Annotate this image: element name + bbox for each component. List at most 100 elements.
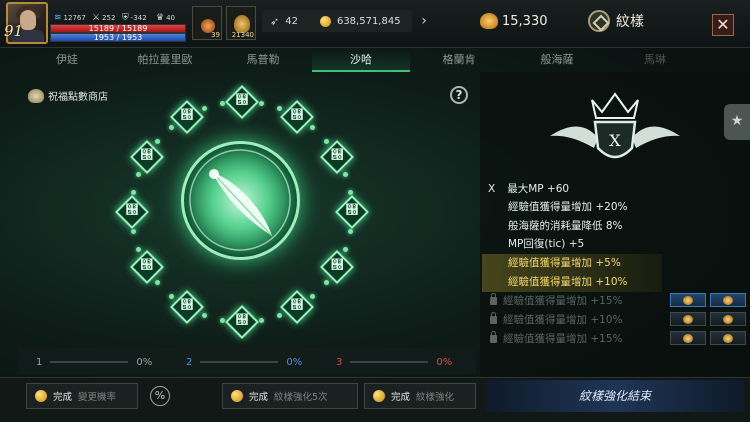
crest-node-6[interactable]: ୐ — [280, 290, 314, 325]
stat-b-value: 252 — [102, 14, 116, 22]
end-enhance-button[interactable]: 紋樣強化結束 — [486, 380, 744, 412]
currency-arrow-button[interactable]: › — [416, 12, 432, 30]
crest-node-12[interactable]: ୐ — [170, 99, 204, 134]
key-icon — [723, 315, 733, 324]
hp-text: 15189 / 15189 — [88, 24, 148, 33]
page-title-text: 紋樣 — [616, 14, 644, 30]
grade-letter: X — [488, 183, 496, 195]
enhance-button[interactable]: 完成 紋樣強化 — [364, 383, 476, 409]
progress-1-pct: 0% — [136, 356, 153, 368]
coin-icon — [35, 390, 47, 402]
enhance-slot-1[interactable] — [670, 293, 706, 307]
btn3-label: 紋樣強化 — [416, 392, 455, 403]
enhance-slot-6[interactable] — [710, 331, 746, 345]
stat-text-1: 最大MP +60 — [507, 183, 570, 195]
close-button[interactable]: ✕ — [712, 14, 734, 36]
progress-1-num: 1 — [36, 356, 43, 368]
help-button[interactable]: ? — [450, 86, 468, 104]
progress-3: 3 0% — [336, 354, 452, 370]
progress-1-track — [50, 361, 129, 363]
crest-node-3[interactable]: ୐ — [320, 140, 355, 174]
tab-4[interactable]: 格蘭肯 — [410, 50, 508, 72]
btn3-done: 完成 — [391, 392, 411, 403]
btn2-label: 紋樣強化5次 — [274, 392, 328, 403]
enhance-5-button[interactable]: 完成 紋樣強化5次 — [222, 383, 358, 409]
hp-bar: 15189 / 15189 — [50, 24, 186, 33]
coin-icon — [683, 296, 693, 305]
stat-text-9: 經驗值獲得量增加 +15% — [503, 333, 623, 345]
crest-node-7[interactable]: ୐ — [225, 305, 259, 339]
stat-d-value: 40 — [166, 14, 175, 22]
character-level: 91 — [4, 22, 24, 40]
progress-1: 1 0% — [36, 354, 152, 370]
swirl-icon: ୐ — [235, 93, 249, 108]
swirl-icon: ୐ — [140, 148, 154, 163]
swirl-icon: ୐ — [180, 107, 194, 123]
btn1-label: 變更機率 — [78, 392, 117, 403]
change-probability-button[interactable]: 完成 變更機率 — [26, 383, 138, 409]
crest-node-10[interactable]: ୐ — [115, 195, 149, 229]
coin-icon — [231, 390, 243, 402]
tab-0[interactable]: 伊娃 — [18, 50, 116, 72]
stat-d: ♛ 40 — [156, 13, 175, 23]
lock-icon — [490, 312, 497, 324]
potion-slot[interactable]: 39 — [192, 6, 222, 40]
stat-c: ⛨ -342 — [122, 13, 147, 23]
enhance-slot-3[interactable] — [670, 312, 706, 326]
gold-amount: 638,571,845 — [336, 15, 401, 27]
swirl-icon: ୐ — [330, 258, 344, 273]
key-icon — [723, 334, 733, 343]
ring-dot — [342, 171, 348, 177]
progress-2-track — [200, 361, 279, 363]
page-title: 紋樣 — [588, 10, 644, 32]
swirl-icon: ୐ — [290, 107, 304, 123]
tab-3[interactable]: 沙哈 — [312, 50, 410, 72]
stat-a-value: 12767 — [63, 14, 86, 22]
crest-node-11[interactable]: ୐ — [129, 140, 164, 174]
crest-node-9[interactable]: ୐ — [129, 250, 164, 284]
tab-1[interactable]: 帕拉蔓里歐 — [116, 50, 214, 72]
scroll-slot[interactable]: 21340 — [226, 6, 256, 40]
tab-5[interactable]: 般海薩 — [508, 50, 606, 72]
ring-dot — [258, 317, 264, 323]
lock-icon — [490, 293, 497, 305]
crest-node-4[interactable]: ୐ — [335, 195, 369, 229]
enhance-slot-5[interactable] — [670, 331, 706, 345]
mp-text: 1953 / 1953 — [93, 33, 143, 42]
tab-6[interactable]: 馬琳 — [606, 50, 704, 72]
stat-row-2: 經驗值獲得量增加 +20% — [508, 201, 628, 213]
bag-icon — [28, 88, 44, 103]
shield-icon: ⛨ — [122, 13, 129, 23]
ring-dot — [201, 312, 207, 318]
coin-icon — [373, 390, 385, 402]
percent-button[interactable]: % — [150, 386, 170, 406]
crest-node-5[interactable]: ୐ — [320, 250, 355, 284]
tab-2[interactable]: 馬普勒 — [214, 50, 312, 72]
feather-icon: ➶ — [270, 14, 280, 28]
crest-node-1[interactable]: ୐ — [225, 85, 259, 119]
blessing-shop-label: 祝福點數商店 — [48, 92, 108, 103]
crest-node-2[interactable]: ୐ — [280, 99, 314, 134]
blessing-shop-link[interactable]: 祝福點數商店 — [28, 88, 108, 103]
trophy-icon: ♛ — [156, 13, 165, 23]
enhance-slot-4[interactable] — [710, 312, 746, 326]
blessing-points: 15,330 — [480, 13, 548, 29]
crest-screen: 91 ≋ 12767 ⚔ 252 ⛨ -342 ♛ 40 15189 / 15189 1… — [0, 0, 750, 422]
swirl-icon: ୐ — [330, 148, 344, 163]
ring-dot — [347, 228, 353, 234]
progress-3-pct: 0% — [436, 356, 453, 368]
points-value: 15,330 — [502, 13, 548, 29]
ring-dot — [136, 171, 142, 177]
enhance-slot-2[interactable] — [710, 293, 746, 307]
lock-icon — [490, 331, 497, 343]
side-star-tab[interactable]: ★ — [724, 104, 750, 140]
crest-center-feather[interactable] — [181, 141, 300, 260]
top-hud: 91 ≋ 12767 ⚔ 252 ⛨ -342 ♛ 40 15189 / 15189 1… — [0, 0, 750, 48]
stat-row-8: 經驗值獲得量增加 +10% — [490, 311, 622, 330]
stat-text-7: 經驗值獲得量增加 +15% — [503, 295, 623, 307]
swirl-icon: ୐ — [125, 203, 139, 218]
progress-2-pct: 0% — [286, 356, 303, 368]
btn2-done: 完成 — [249, 392, 269, 403]
crest-node-8[interactable]: ୐ — [170, 290, 204, 325]
god-tabs: 伊娃 帕拉蔓里歐 馬普勒 沙哈 格蘭肯 般海薩 馬琳 — [18, 50, 750, 72]
